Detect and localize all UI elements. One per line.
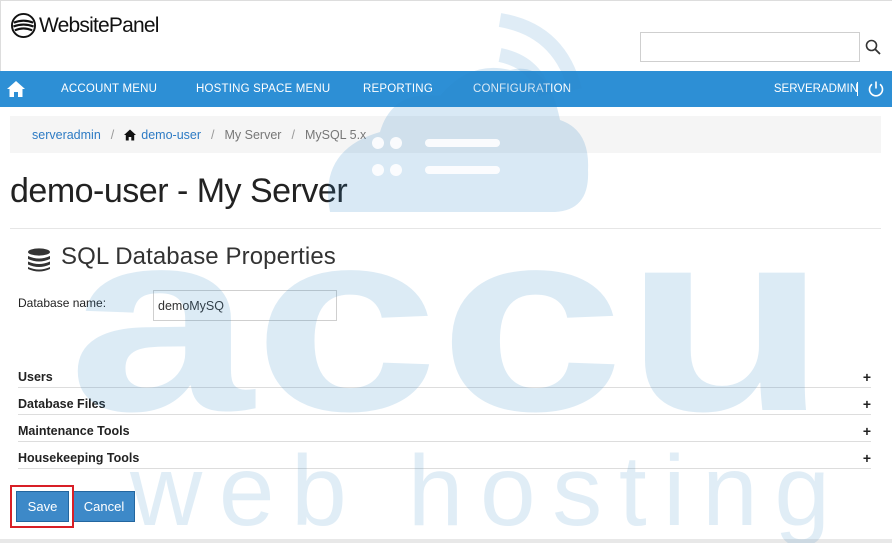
breadcrumb-separator: / — [211, 127, 215, 142]
search-input[interactable] — [640, 32, 860, 62]
nav-user-name[interactable]: SERVERADMIN — [774, 71, 858, 107]
housekeeping-tools-label: Housekeeping Tools — [18, 451, 144, 465]
expand-icon[interactable]: + — [863, 424, 871, 438]
nav-reporting[interactable]: REPORTING — [363, 71, 433, 107]
nav-hosting-space-menu[interactable]: HOSTING SPACE MENU — [196, 71, 330, 107]
expand-icon[interactable]: + — [863, 370, 871, 384]
expand-icon[interactable]: + — [863, 451, 871, 465]
breadcrumb-separator: / — [291, 127, 295, 142]
database-files-section-header[interactable]: Database Files + — [18, 397, 871, 415]
logo-text: WebsitePanel — [39, 13, 159, 37]
users-section-header[interactable]: Users + — [18, 370, 871, 388]
database-icon — [28, 248, 50, 272]
maintenance-tools-label: Maintenance Tools — [18, 424, 134, 438]
nav-account-menu[interactable]: ACCOUNT MENU — [61, 71, 157, 107]
breadcrumb-mysql: MySQL 5.x — [304, 127, 367, 142]
section-title: SQL Database Properties — [61, 243, 336, 270]
footer-divider — [0, 539, 892, 543]
home-icon[interactable] — [6, 79, 26, 99]
page-title: demo-user - My Server — [10, 172, 348, 210]
search-icon[interactable] — [865, 39, 881, 55]
expand-icon[interactable]: + — [863, 397, 871, 411]
housekeeping-tools-section-header[interactable]: Housekeeping Tools + — [18, 451, 871, 469]
cancel-button[interactable]: Cancel — [73, 491, 135, 522]
divider — [10, 228, 881, 229]
app-header: WebsitePanel — [0, 0, 892, 71]
database-files-label: Database Files — [18, 397, 110, 411]
breadcrumb-serveradmin[interactable]: serveradmin — [32, 128, 101, 142]
save-button[interactable]: Save — [16, 491, 69, 522]
nav-separator — [857, 82, 858, 96]
logo[interactable]: WebsitePanel — [11, 13, 159, 38]
database-name-label: Database name: — [18, 296, 107, 310]
logo-icon — [11, 13, 36, 38]
home-icon — [124, 129, 137, 140]
nav-configuration[interactable]: CONFIGURATION — [473, 71, 571, 107]
breadcrumb-separator: / — [110, 127, 115, 142]
watermark-accu: accu — [68, 176, 828, 466]
breadcrumb-my-server: My Server — [224, 127, 282, 142]
database-name-input[interactable] — [153, 290, 337, 321]
users-label: Users — [18, 370, 57, 384]
power-icon[interactable] — [867, 80, 885, 98]
maintenance-tools-section-header[interactable]: Maintenance Tools + — [18, 424, 871, 442]
breadcrumb-demo-user[interactable]: demo-user — [141, 128, 201, 142]
main-nav: ACCOUNT MENU HOSTING SPACE MENU REPORTIN… — [0, 71, 892, 107]
breadcrumb: serveradmin / demo-user / My Server / My… — [10, 116, 881, 153]
